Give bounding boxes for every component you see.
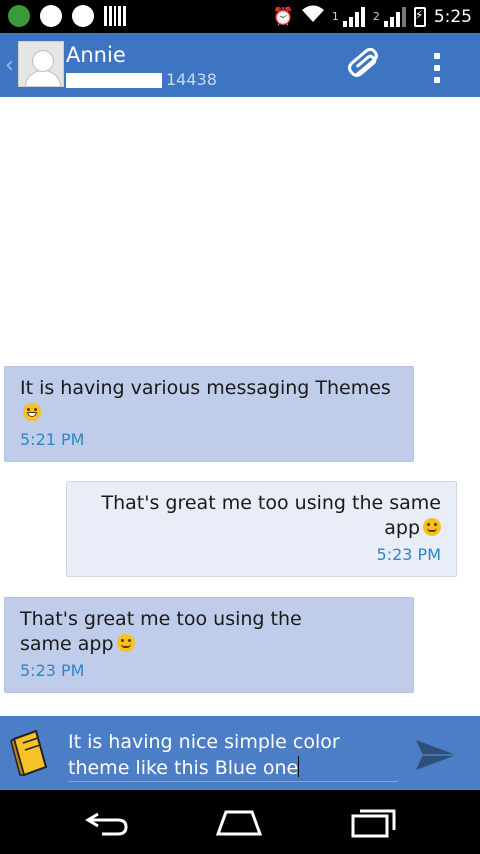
- smiley-emoji-icon: [116, 634, 135, 652]
- status-bar: ⏰ 1 2 5:25: [0, 0, 480, 33]
- recents-icon[interactable]: [348, 806, 398, 838]
- sim1-label: 1: [331, 10, 339, 23]
- person-avatar-icon[interactable]: [18, 41, 64, 87]
- motorola-icon: [72, 5, 94, 27]
- smiley-emoji-icon: [423, 518, 441, 536]
- home-icon[interactable]: [214, 806, 264, 838]
- notebook-icon[interactable]: [10, 729, 50, 777]
- message-input[interactable]: It is having nice simple color theme lik…: [68, 729, 398, 782]
- status-time: 5:25: [433, 6, 472, 27]
- send-icon[interactable]: [414, 738, 458, 772]
- system-nav-bar: [0, 790, 480, 854]
- message-text: It is having various messaging Themes: [20, 376, 398, 426]
- message-time: 5:23 PM: [20, 661, 85, 680]
- battery-charging-icon: [413, 6, 426, 27]
- overflow-menu-icon[interactable]: [432, 53, 442, 83]
- message-time: 5:21 PM: [20, 430, 85, 449]
- message-bubble-incoming[interactable]: It is having various messaging Themes 5:…: [4, 366, 414, 462]
- signal-sim2-icon: [383, 6, 406, 27]
- compose-bar: It is having nice simple color theme lik…: [0, 716, 480, 790]
- message-text: That's great me too using the same app: [101, 492, 441, 539]
- contact-phone-suffix: 14438: [166, 70, 217, 89]
- back-chevron-icon[interactable]: ‹: [5, 53, 14, 78]
- back-icon[interactable]: [84, 806, 134, 838]
- sim2-label: 2: [372, 10, 380, 23]
- conversation-header: ‹ Annie 14438: [0, 33, 480, 97]
- redacted-phone-digits: [66, 73, 162, 88]
- paperclip-icon[interactable]: [347, 47, 386, 84]
- app-notification-icon: [8, 5, 30, 27]
- grinning-emoji-icon: [23, 403, 41, 421]
- alarm-icon: ⏰: [272, 6, 294, 27]
- message-text: That's great me too using the same app: [20, 608, 302, 655]
- message-bubble-incoming[interactable]: That's great me too using the same app 5…: [4, 597, 414, 693]
- text-cursor: [298, 756, 300, 777]
- wifi-icon: [301, 5, 324, 28]
- barcode-icon: [104, 6, 126, 26]
- message-bubble-outgoing[interactable]: That's great me too using the same app 5…: [66, 481, 457, 577]
- signal-sim1-icon: [342, 6, 365, 27]
- message-time: 5:23 PM: [376, 545, 441, 564]
- contact-name: Annie: [66, 43, 126, 67]
- whatsapp-icon: [40, 5, 62, 27]
- contact-phone: 14438: [66, 70, 217, 89]
